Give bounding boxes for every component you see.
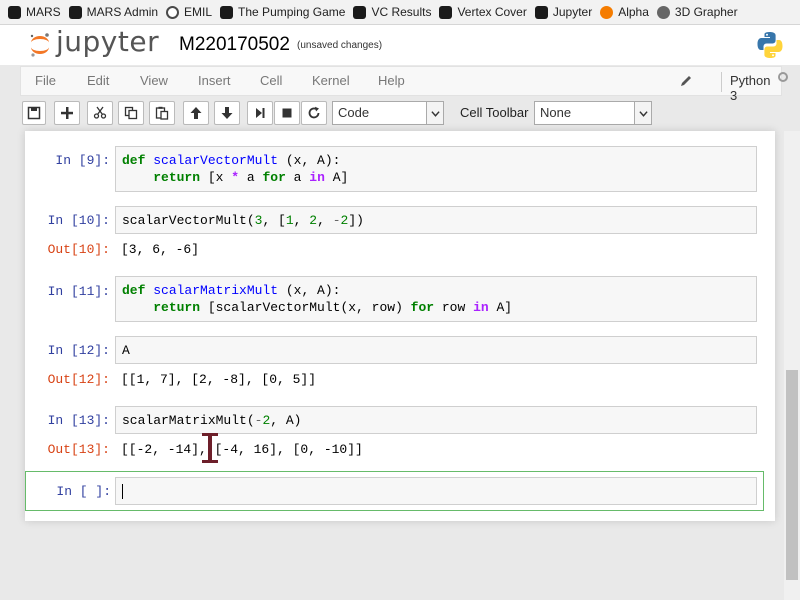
save-button[interactable] (22, 101, 46, 125)
refresh-icon (308, 106, 320, 119)
interrupt-kernel-button[interactable] (274, 101, 300, 125)
mars-icon (353, 5, 367, 19)
step-forward-icon (256, 108, 265, 118)
plus-icon (61, 107, 73, 119)
input-prompt: In [11]: (47, 284, 110, 299)
pencil-icon[interactable] (679, 74, 693, 88)
move-up-button[interactable] (183, 101, 209, 125)
cut-button[interactable] (87, 101, 113, 125)
menu-cell[interactable]: Cell (260, 73, 282, 88)
code-input[interactable]: scalarVectorMult(3, [1, 2, -2]) (115, 206, 757, 234)
python-logo-icon (757, 32, 783, 58)
input-prompt: In [13]: (47, 413, 110, 428)
bookmark-mars[interactable]: MARS (8, 5, 61, 19)
mars-icon (8, 5, 21, 19)
save-status: (unsaved changes) (297, 40, 383, 51)
output-prompt: Out[12]: (47, 372, 110, 387)
cell-output: [[1, 7], [2, -8], [0, 5]] (121, 372, 317, 387)
menu-kernel[interactable]: Kernel (312, 73, 350, 88)
bookmark-vc-results[interactable]: VC Results (353, 5, 431, 19)
menu-edit[interactable]: Edit (87, 73, 109, 88)
input-prompt: In [ ]: (56, 484, 111, 499)
code-input[interactable]: def scalarVectorMult (x, A): return [x *… (115, 146, 757, 192)
cell-type-select[interactable]: Code (332, 101, 444, 125)
kernel-separator (721, 72, 722, 92)
input-prompt: In [9]: (55, 153, 110, 168)
cell-toolbar-label: Cell Toolbar (460, 105, 529, 120)
mars-icon (534, 5, 548, 19)
jupyter-logo-text: jupyter (56, 25, 160, 58)
input-prompt: In [12]: (47, 343, 110, 358)
copy-button[interactable] (118, 101, 144, 125)
paste-button[interactable] (149, 101, 175, 125)
bookmark-mars-admin[interactable]: MARS Admin (68, 5, 158, 19)
toolbar: Code Cell Toolbar None (20, 100, 790, 128)
save-icon (27, 106, 41, 120)
menu-insert[interactable]: Insert (198, 73, 231, 88)
bookmark-alpha[interactable]: Alpha (600, 5, 649, 19)
chevron-down-icon (426, 102, 443, 124)
arrow-up-icon (190, 107, 202, 119)
bookmark-jupyter[interactable]: Jupyter (534, 5, 592, 19)
cell-output: [[-2, -14], [-4, 16], [0, -10]] (121, 442, 363, 457)
mars-icon (68, 5, 82, 19)
chevron-down-icon (634, 102, 651, 124)
menu-file[interactable]: File (35, 73, 56, 88)
stop-icon (282, 108, 292, 118)
text-caret (122, 484, 123, 500)
notebook-name[interactable]: M220170502 (179, 34, 290, 56)
notebook-header: jupyter M220170502 (unsaved changes) (0, 25, 800, 65)
restart-kernel-button[interactable] (301, 101, 327, 125)
code-input[interactable]: scalarMatrixMult(-2, A) (115, 406, 757, 434)
emil-icon (166, 5, 180, 19)
alpha-icon (600, 5, 614, 19)
output-prompt: Out[10]: (47, 242, 110, 257)
menu-help[interactable]: Help (378, 73, 405, 88)
code-input[interactable]: def scalarMatrixMult (x, A): return [sca… (115, 276, 757, 322)
insert-cell-button[interactable] (54, 101, 80, 125)
bookmark-3d-grapher[interactable]: 3D Grapher (656, 5, 738, 19)
kernel-idle-indicator-icon (778, 72, 788, 82)
output-prompt: Out[13]: (47, 442, 110, 457)
paste-icon (155, 106, 169, 120)
menu-bar: File Edit View Insert Cell Kernel Help P… (20, 66, 782, 103)
scrollbar-thumb[interactable] (786, 370, 798, 580)
copy-icon (124, 106, 138, 120)
grapher-icon (656, 5, 670, 19)
ibeam-cursor-icon (202, 433, 218, 463)
bookmarks-bar: MARS MARS Admin EMIL The Pumping Game VC… (0, 0, 800, 25)
run-cell-button[interactable] (247, 101, 273, 125)
code-input[interactable] (115, 477, 757, 505)
scissors-icon (93, 106, 107, 119)
mars-icon (439, 5, 453, 19)
bookmark-emil[interactable]: EMIL (166, 5, 212, 19)
input-prompt: In [10]: (47, 213, 110, 228)
mars-icon (220, 5, 234, 19)
kernel-name: Python 3 (730, 73, 771, 103)
notebook-container: In [9]: def scalarVectorMult (x, A): ret… (25, 131, 775, 521)
menu-view[interactable]: View (140, 73, 168, 88)
code-input[interactable]: A (115, 336, 757, 364)
active-code-cell[interactable]: In [ ]: (25, 471, 764, 511)
move-down-button[interactable] (214, 101, 240, 125)
bookmark-pumping-game[interactable]: The Pumping Game (220, 5, 345, 19)
arrow-down-icon (221, 107, 233, 119)
bookmark-vertex-cover[interactable]: Vertex Cover (439, 5, 527, 19)
cell-output: [3, 6, -6] (121, 242, 200, 257)
jupyter-logo-icon[interactable] (28, 32, 52, 58)
cell-toolbar-select[interactable]: None (534, 101, 652, 125)
